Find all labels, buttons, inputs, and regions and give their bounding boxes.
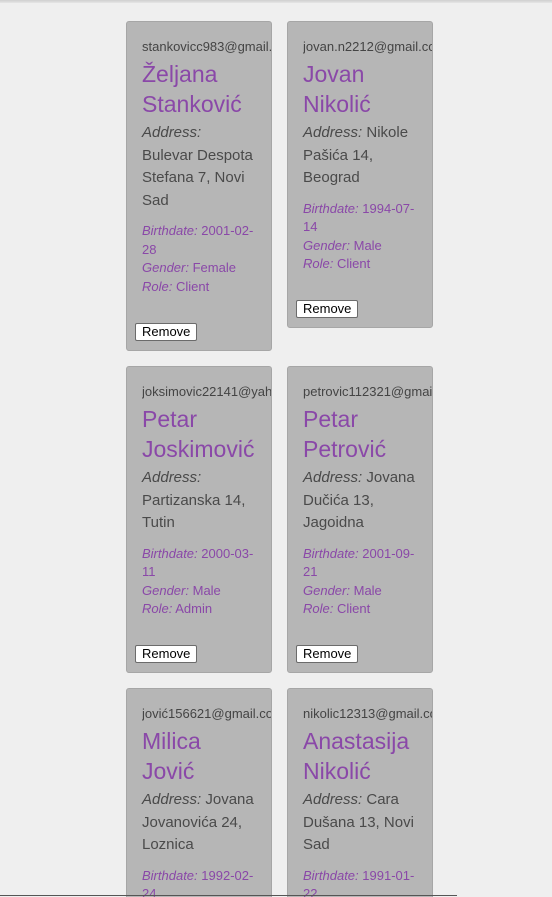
user-email: stankovicc983@gmail.com <box>142 39 271 54</box>
user-name: Jovan Nikolić <box>303 59 427 119</box>
role-value: Client <box>336 256 371 271</box>
user-email: jovan.n2212@gmail.com <box>303 39 432 54</box>
birthdate-label: Birthdate: <box>142 223 198 238</box>
user-first-name: Milica <box>142 728 201 754</box>
address-label: Address: <box>142 791 202 808</box>
user-address: Address: Jovana Jovanovića 24, Loznica <box>142 789 266 857</box>
user-name: Milica Jović <box>142 726 266 786</box>
role-label: Role: <box>303 256 334 271</box>
top-scroll-shadow <box>0 0 552 3</box>
role-label: Role: <box>303 601 334 616</box>
remove-button[interactable]: Remove <box>135 645 198 663</box>
gender-label: Gender: <box>142 260 189 275</box>
gender-label: Gender: <box>142 582 189 598</box>
user-last-name: Nikolić <box>303 758 371 784</box>
user-meta: Birthdate: 1991-01-22 <box>303 867 415 897</box>
address-label: Address: <box>303 124 363 141</box>
birthdate-label: Birthdate: <box>303 545 359 561</box>
user-last-name: Nikolić <box>303 91 371 117</box>
user-card: joksimovic22141@yahoo.com Petar Joskimov… <box>126 366 272 673</box>
gender-value: Male <box>353 237 382 253</box>
user-first-name: Željana <box>142 61 218 87</box>
user-email: jović156621@gmail.com <box>142 706 271 721</box>
user-meta: Birthdate: 1992-02-24 <box>142 867 254 897</box>
user-first-name: Anastasija <box>303 728 410 754</box>
user-name: Anastasija Nikolić <box>303 726 427 786</box>
gender-value: Male <box>192 582 221 598</box>
user-meta: Birthdate: 2000-03-11 Gender: Male Role:… <box>142 545 254 619</box>
birthdate-label: Birthdate: <box>303 867 359 883</box>
user-name: Željana Stanković <box>142 59 266 119</box>
user-address: Address: Cara Dušana 13, Novi Sad <box>303 789 427 857</box>
remove-button[interactable]: Remove <box>296 645 359 663</box>
user-address: Address: Bulevar Despota Stefana 7, Novi… <box>142 122 266 212</box>
user-email: nikolic12313@gmail.com <box>303 706 432 721</box>
user-last-name: Joskimović <box>142 436 255 462</box>
gender-label: Gender: <box>303 582 350 598</box>
user-name: Petar Petrović <box>303 404 427 464</box>
address-label: Address: <box>303 469 363 486</box>
user-name: Petar Joskimović <box>142 404 266 464</box>
role-value: Client <box>175 278 210 294</box>
user-card: jović156621@gmail.com Milica Jović Addre… <box>126 688 272 897</box>
user-card: jovan.n2212@gmail.com Jovan Nikolić Addr… <box>287 21 433 328</box>
user-address: Address: Nikole Pašića 14, Beograd <box>303 122 427 190</box>
user-email: joksimovic22141@yahoo.com <box>142 384 271 399</box>
user-last-name: Jović <box>142 758 195 784</box>
address-label: Address: <box>142 469 202 486</box>
viewport-bottom-divider <box>0 895 457 896</box>
address-value: Partizanska 14, Tutin <box>142 491 246 532</box>
user-address: Address: Partizanska 14, Tutin <box>142 467 266 535</box>
user-first-name: Petar <box>303 406 358 432</box>
user-meta: Birthdate: 2001-09-21 Gender: Male Role:… <box>303 545 415 619</box>
role-label: Role: <box>142 601 173 616</box>
user-card: petrovic112321@gmail.com Petar Petrović … <box>287 366 433 673</box>
user-last-name: Petrović <box>303 436 387 462</box>
user-email: petrovic112321@gmail.com <box>303 384 432 399</box>
gender-value: Male <box>353 582 382 598</box>
user-card: stankovicc983@gmail.com Željana Stankovi… <box>126 21 272 351</box>
birthdate-label: Birthdate: <box>142 545 198 561</box>
address-label: Address: <box>142 124 202 141</box>
user-first-name: Jovan <box>303 61 365 87</box>
address-value: Bulevar Despota Stefana 7, Novi Sad <box>142 146 253 209</box>
user-meta: Birthdate: 2001-02-28 Gender: Female Rol… <box>142 222 254 296</box>
address-label: Address: <box>303 791 363 808</box>
remove-button[interactable]: Remove <box>135 323 198 341</box>
user-address: Address: Jovana Dučića 13, Jagoidna <box>303 467 427 535</box>
remove-button[interactable]: Remove <box>296 300 359 318</box>
gender-value: Female <box>192 260 236 275</box>
user-card: nikolic12313@gmail.com Anastasija Nikoli… <box>287 688 433 897</box>
role-label: Role: <box>142 278 173 294</box>
birthdate-label: Birthdate: <box>303 200 359 216</box>
role-value: Client <box>336 601 371 616</box>
role-value: Admin <box>175 601 213 616</box>
gender-label: Gender: <box>303 237 350 253</box>
user-meta: Birthdate: 1994-07-14 Gender: Male Role:… <box>303 200 415 274</box>
user-first-name: Petar <box>142 406 197 432</box>
user-last-name: Stanković <box>142 91 242 117</box>
birthdate-label: Birthdate: <box>142 867 198 883</box>
